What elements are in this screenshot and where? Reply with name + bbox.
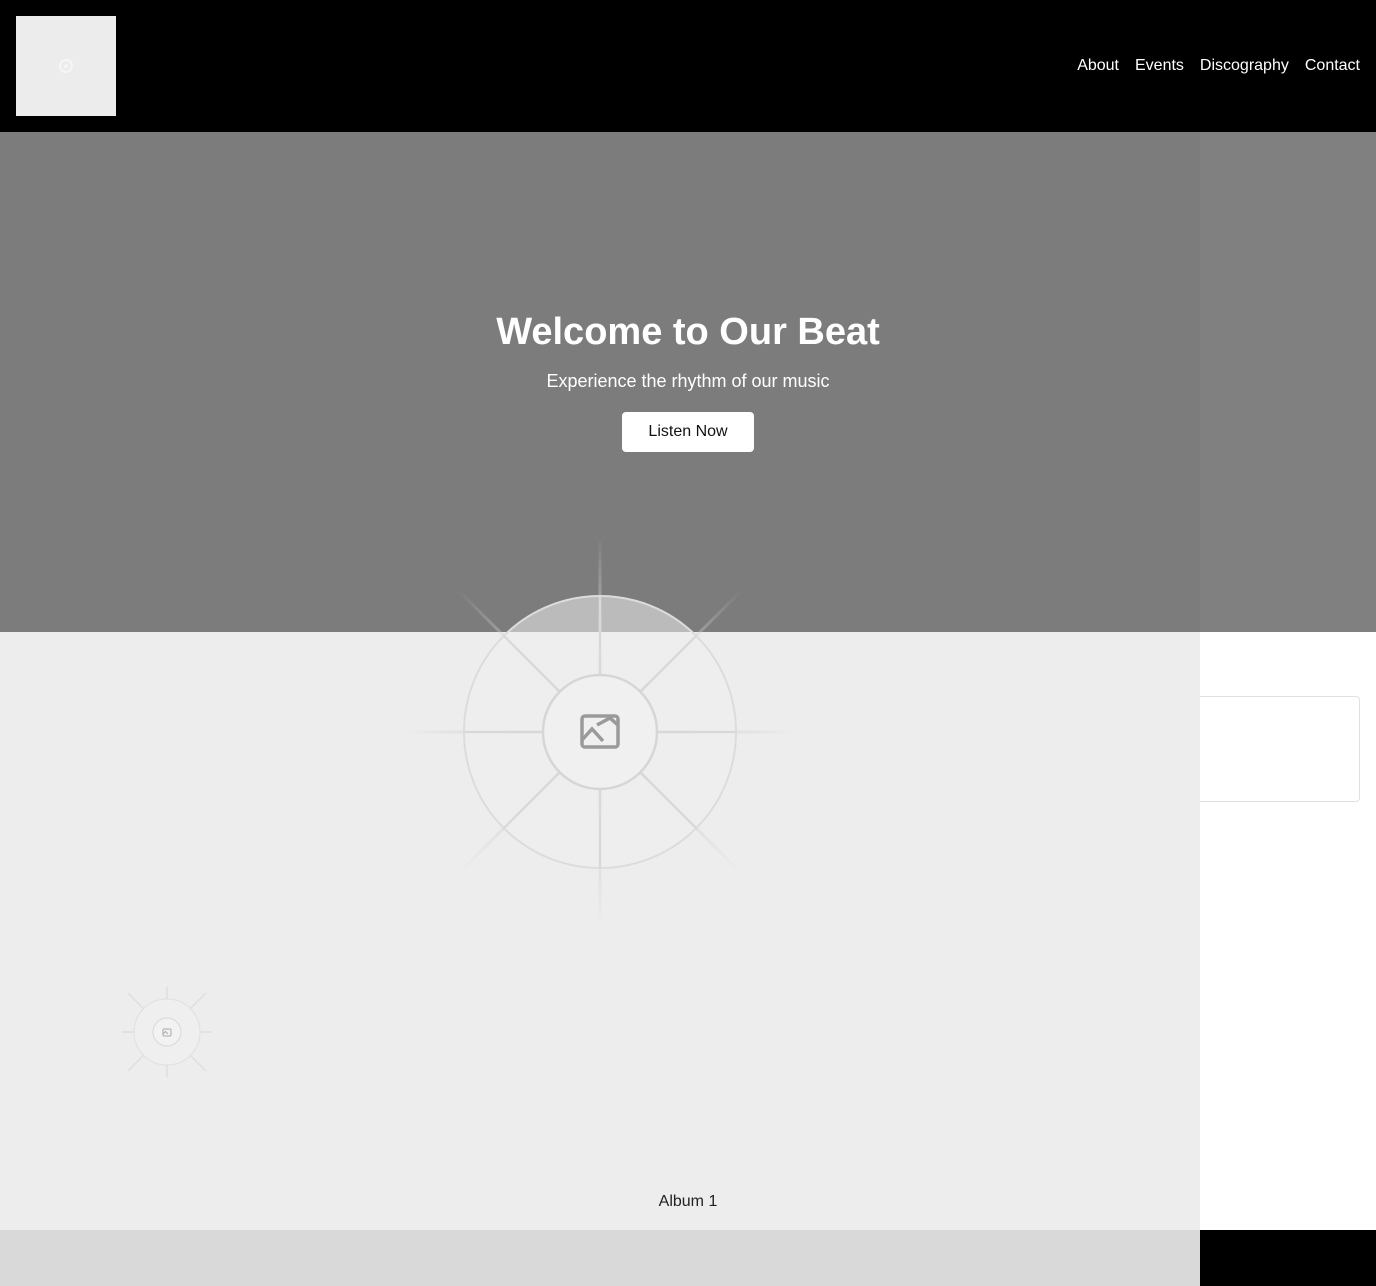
listen-now-button[interactable]: Listen Now <box>622 412 754 452</box>
nav-link-contact[interactable]: Contact <box>1305 57 1360 75</box>
album-caption: Album 1 <box>658 1193 718 1210</box>
nav-link-about[interactable]: About <box>1077 57 1119 75</box>
hero-title: Welcome to Our Beat <box>496 311 880 353</box>
hero-subtitle: Experience the rhythm of our music <box>546 371 830 391</box>
site-header: About Events Discography Contact <box>0 0 1376 132</box>
logo[interactable] <box>16 16 116 116</box>
hero-section: Welcome to Our Beat Experience the rhyth… <box>0 132 1376 632</box>
nav-link-events[interactable]: Events <box>1135 57 1184 75</box>
image-placeholder-small-icon <box>122 987 212 1077</box>
nav-link-discography[interactable]: Discography <box>1200 57 1289 75</box>
main-nav: About Events Discography Contact <box>1077 0 1360 132</box>
logo-placeholder-icon <box>59 59 73 73</box>
